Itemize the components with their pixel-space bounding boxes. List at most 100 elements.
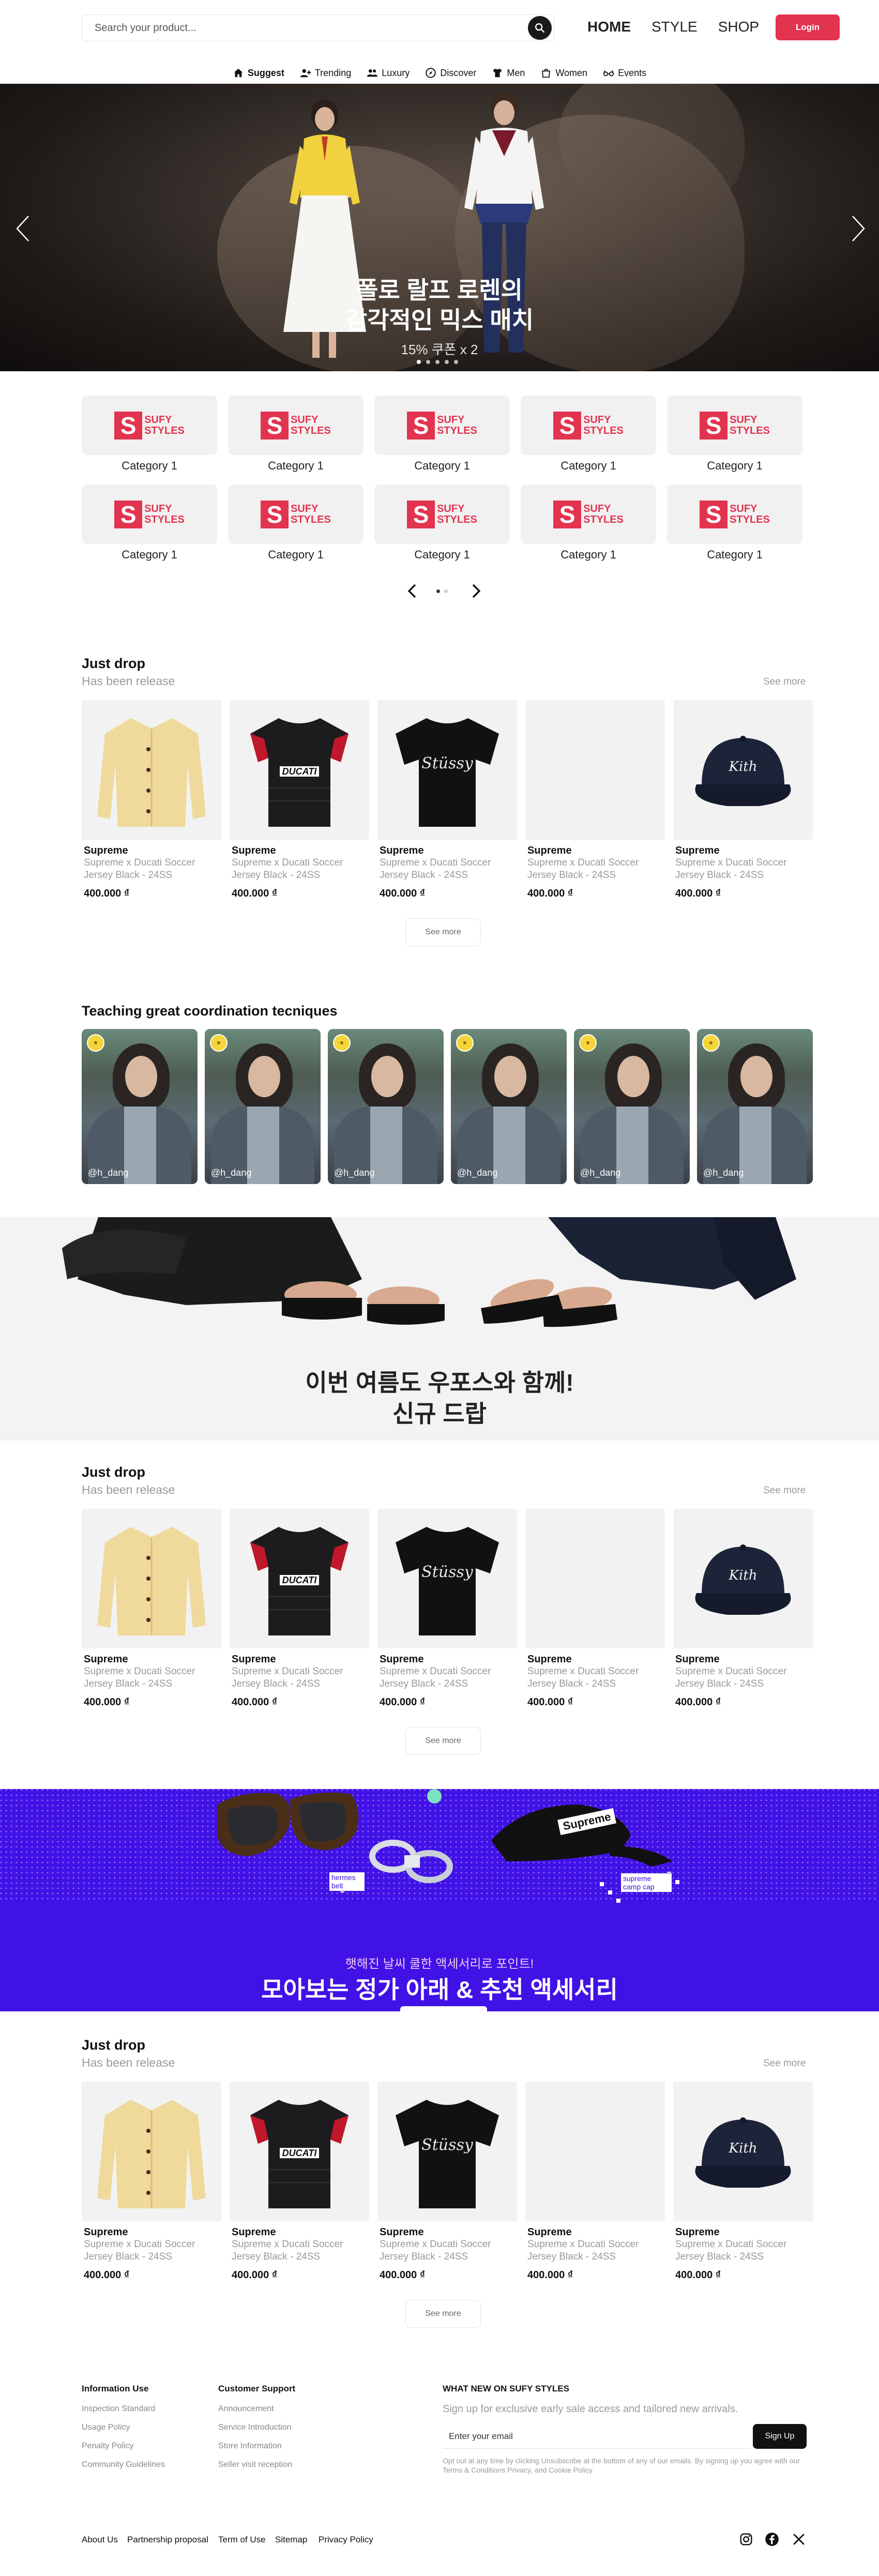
see-more-link[interactable]: See more [763, 1485, 806, 1496]
hero-banner[interactable]: 폴로 랄프 로렌의 감각적인 믹스 매치 15% 쿠폰 x 2 [0, 84, 879, 371]
newsletter-email-input[interactable] [443, 2424, 751, 2449]
signup-button[interactable]: Sign Up [753, 2424, 807, 2449]
product-card[interactable]: Supreme Supreme x Ducati Soccer Jersey Bl… [82, 2082, 221, 2299]
coordination-card[interactable]: ★ @h_dang [328, 1029, 444, 1184]
logo-top-word: SUFY [583, 414, 611, 426]
search-button[interactable] [528, 16, 552, 40]
product-card[interactable]: DUCATI Supreme Supreme x Ducati Soccer Jer… [230, 1509, 369, 1726]
category-card[interactable]: S SUFY STYLES Category 1 [374, 396, 510, 478]
category-card[interactable]: S SUFY STYLES Category 1 [228, 396, 363, 478]
footer-link[interactable]: Announcement [218, 2404, 274, 2414]
product-card[interactable]: Stüssy Supreme Supreme x Ducati Soccer Jer… [377, 2082, 517, 2299]
hero-dot[interactable] [435, 360, 440, 364]
model-face [740, 1056, 772, 1097]
product-image: Stüssy [377, 1509, 517, 1648]
footer-link[interactable]: Inspection Standard [82, 2404, 155, 2414]
nav-men[interactable]: Men [492, 64, 525, 82]
nav-women[interactable]: Women [540, 64, 587, 82]
logo-wordmark: SUFY STYLES [144, 414, 185, 436]
nav-style[interactable]: STYLE [651, 19, 698, 35]
coordination-card[interactable]: ★ @h_dang [82, 1029, 198, 1184]
product-card[interactable]: Supreme Supreme x Ducati Soccer Jersey Bl… [82, 700, 221, 917]
footer-link[interactable]: Seller visit reception [218, 2460, 292, 2469]
footer-link[interactable]: Penalty Policy [82, 2442, 134, 2451]
category-card[interactable]: S SUFY STYLES Category 1 [82, 484, 217, 567]
compass-icon [426, 68, 436, 78]
hero-dot[interactable] [454, 360, 458, 364]
hero-dot[interactable] [426, 360, 430, 364]
see-more-link[interactable]: See more [763, 2058, 806, 2069]
product-card[interactable]: Supreme Supreme x Ducati Soccer Jersey Bl… [525, 2082, 665, 2299]
category-card[interactable]: S SUFY STYLES Category 1 [667, 396, 802, 478]
nav-events[interactable]: Events [603, 64, 646, 82]
see-more-link[interactable]: See more [763, 676, 806, 688]
nav-home[interactable]: HOME [587, 19, 631, 35]
section-title: Just drop [82, 656, 146, 671]
product-card[interactable]: Supreme Supreme x Ducati Soccer Jersey Bl… [82, 1509, 221, 1726]
logo-s-mark: S [114, 500, 143, 528]
footer-privacy-link[interactable]: Privacy Policy [319, 2535, 373, 2545]
pager-dot[interactable] [444, 589, 448, 593]
product-card[interactable]: Stüssy Supreme Supreme x Ducati Soccer Jer… [377, 1509, 517, 1726]
svg-text:DUCATI: DUCATI [282, 1575, 317, 1585]
coordination-handle: @h_dang [88, 1168, 129, 1178]
category-card[interactable]: S SUFY STYLES Category 1 [521, 396, 656, 478]
search-input[interactable] [82, 15, 527, 41]
instagram-button[interactable] [738, 2532, 754, 2547]
nav-shop[interactable]: SHOP [718, 19, 759, 35]
product-card[interactable]: Supreme Supreme x Ducati Soccer Jersey Bl… [525, 1509, 665, 1726]
category-card[interactable]: S SUFY STYLES Category 1 [228, 484, 363, 567]
site-header: HOME STYLE SHOP Login [0, 0, 879, 57]
footer-about-link[interactable]: About Us [82, 2535, 118, 2545]
category-card[interactable]: S SUFY STYLES Category 1 [521, 484, 656, 567]
coordination-card[interactable]: ★ @h_dang [451, 1029, 567, 1184]
coordination-card[interactable]: ★ @h_dang [205, 1029, 321, 1184]
product-card[interactable]: DUCATI Supreme Supreme x Ducati Soccer Jer… [230, 2082, 369, 2299]
category-card[interactable]: S SUFY STYLES Category 1 [82, 396, 217, 478]
x-button[interactable] [791, 2532, 807, 2547]
hero-dot[interactable] [417, 360, 421, 364]
product-card[interactable]: DUCATI Supreme Supreme x Ducati Soccer Jer… [230, 700, 369, 917]
nav-trending[interactable]: Trending [300, 64, 351, 82]
login-button[interactable]: Login [776, 14, 840, 40]
product-card[interactable]: Supreme Supreme x Ducati Soccer Jersey Bl… [525, 700, 665, 917]
sandal-banner[interactable]: 이번 여름도 우포스와 함께! 신규 드랍 [0, 1217, 879, 1441]
accessory-banner[interactable]: Supreme hermes belt supreme camp cap 햇해진… [0, 1789, 879, 2011]
footer-partnership-link[interactable]: Partnership proposal [127, 2535, 208, 2545]
product-price: 400.000 ₫ [84, 1696, 130, 1708]
see-more-button[interactable]: See more [405, 1727, 481, 1755]
category-next-button[interactable] [467, 582, 485, 600]
facebook-button[interactable] [764, 2532, 780, 2547]
footer-link[interactable]: Store Information [218, 2442, 282, 2451]
jersey-image: DUCATI [250, 2100, 348, 2208]
coordination-card[interactable]: ★ @h_dang [697, 1029, 813, 1184]
hero-dot[interactable] [445, 360, 449, 364]
pager-dot[interactable] [436, 589, 440, 593]
product-card[interactable]: Stüssy Supreme Supreme x Ducati Soccer Jer… [377, 700, 517, 917]
footer-link[interactable]: Usage Policy [82, 2423, 130, 2432]
product-image [82, 1509, 221, 1648]
category-label: Category 1 [560, 548, 616, 561]
nav-discover[interactable]: Discover [425, 64, 476, 82]
coordination-card[interactable]: ★ @h_dang [574, 1029, 690, 1184]
home-icon [234, 68, 243, 78]
product-card[interactable]: Kith Supreme Supreme x Ducati Soccer Jerse… [673, 1509, 813, 1726]
product-brand: Supreme [380, 1654, 424, 1665]
product-name: Supreme x Ducati Soccer Jersey Black - 2… [232, 2239, 343, 2262]
product-card[interactable]: Kith Supreme Supreme x Ducati Soccer Jerse… [673, 2082, 813, 2299]
hero-next-button[interactable] [848, 213, 869, 244]
footer-link[interactable]: Service Introduction [218, 2423, 291, 2432]
footer-sitemap-link[interactable]: Sitemap [275, 2535, 307, 2545]
category-card[interactable]: S SUFY STYLES Category 1 [374, 484, 510, 567]
product-card[interactable]: Kith Supreme Supreme x Ducati Soccer Jerse… [673, 700, 813, 917]
product-brand: Supreme [527, 1654, 572, 1665]
see-more-button[interactable]: See more [405, 2300, 481, 2328]
nav-suggest[interactable]: Suggest [233, 64, 284, 82]
footer-link[interactable]: Community Guidelines [82, 2460, 165, 2469]
footer-terms-link[interactable]: Term of Use [218, 2535, 266, 2545]
category-prev-button[interactable] [403, 582, 421, 600]
see-more-button[interactable]: See more [405, 918, 481, 946]
category-card[interactable]: S SUFY STYLES Category 1 [667, 484, 802, 567]
hero-prev-button[interactable] [12, 213, 33, 244]
nav-luxury[interactable]: Luxury [367, 64, 410, 82]
